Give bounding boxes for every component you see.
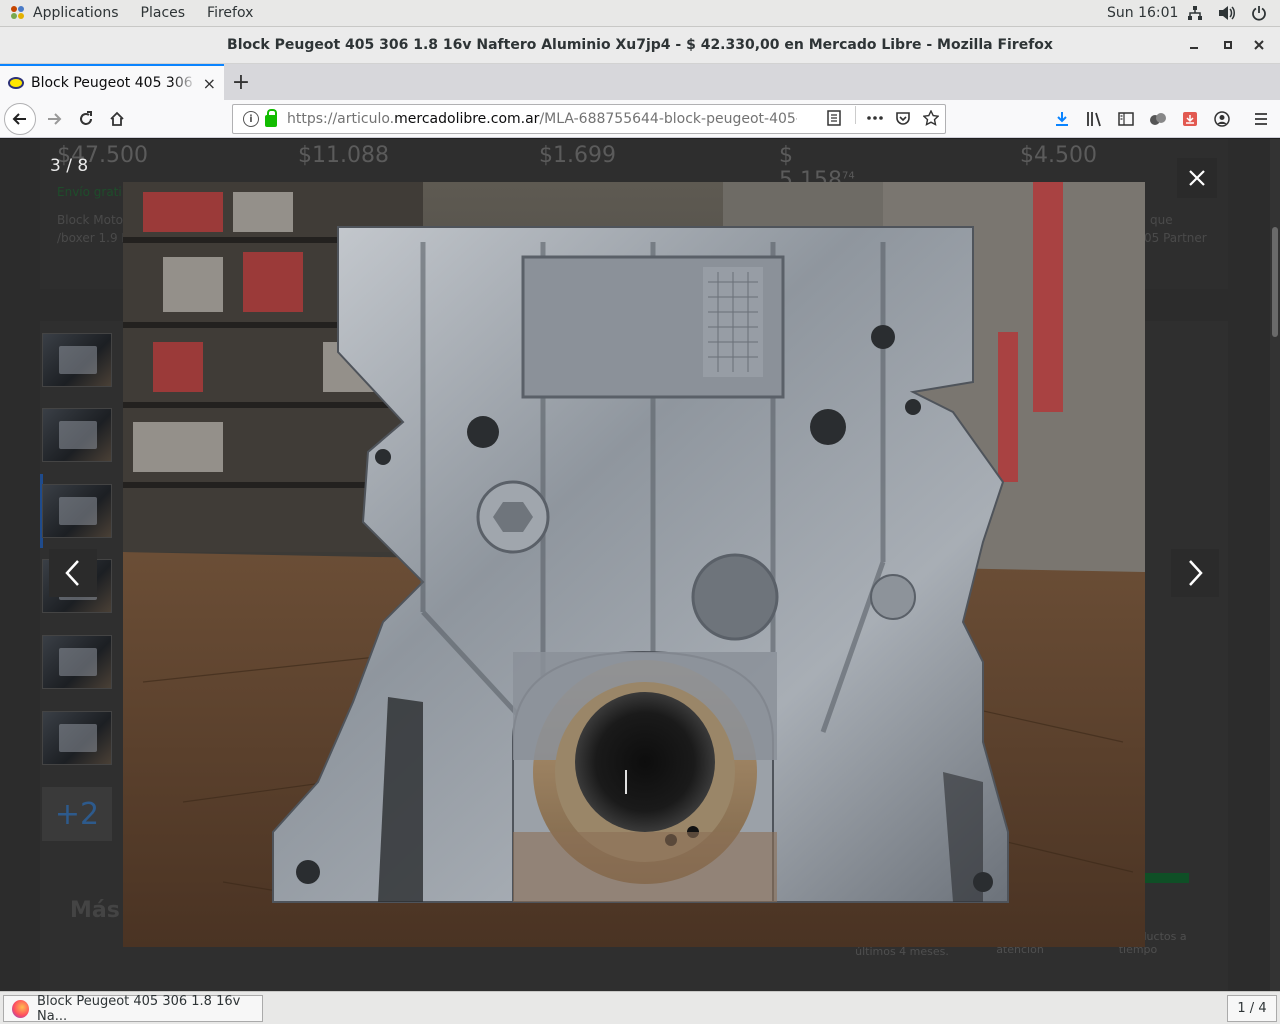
related-item-1-title-line2: /boxer 1.9 D [57,231,131,245]
gallery-thumbnail-5[interactable] [42,635,112,689]
gallery-thumbnail-1[interactable] [42,333,112,387]
firefox-icon [12,999,30,1018]
gallery-thumbnail-6[interactable] [42,711,112,765]
secure-lock-icon[interactable] [265,109,277,127]
url-domain: mercadolibre.com.ar [394,111,540,127]
url-path: /MLA-688755644-block-peugeot-405-306- [539,111,797,127]
minimize-button[interactable] [1184,35,1204,55]
related-price-4-cents: 74 [841,170,855,182]
downloads-icon[interactable] [1052,109,1072,129]
forward-button[interactable] [40,105,68,133]
window-titlebar: Block Peugeot 405 306 1.8 16v Naftero Al… [0,27,1280,64]
extension-icon[interactable] [1148,109,1168,129]
power-icon[interactable] [1250,4,1268,22]
close-icon [1189,170,1205,186]
mercadolibre-favicon-icon [8,77,24,89]
lightbox-photo[interactable] [123,182,1145,947]
reload-icon [80,111,92,125]
url-separator [855,106,856,124]
applications-label: Applications [33,5,119,21]
window-title: Block Peugeot 405 306 1.8 16v Naftero Al… [227,37,1053,53]
firefox-menu[interactable]: Firefox [196,0,264,27]
related-price-2: $11.088 [298,143,389,168]
hamburger-menu-icon[interactable] [1251,109,1271,129]
chevron-right-icon [1189,560,1203,586]
tab-strip: Block Peugeot 405 306 1.8 16v Naftero Al… [0,64,1280,100]
home-button[interactable] [103,105,131,133]
url-text[interactable]: https://articulo.mercadolibre.com.ar/MLA… [287,111,797,127]
page-actions-icon[interactable] [866,110,884,130]
seller-reputation-bar [1145,873,1189,883]
related-price-3: $1.699 [539,143,616,168]
applications-icon [11,6,25,20]
new-tab-button[interactable]: + [224,64,258,100]
reader-view-icon[interactable] [827,110,841,130]
bookmark-star-icon[interactable] [922,109,940,130]
back-button[interactable] [4,103,36,135]
url-prefix: https://articulo. [287,111,395,127]
gallery-thumbnail-2[interactable] [42,408,112,462]
page-scrollbar[interactable] [1270,139,1280,991]
taskbar-firefox-window[interactable]: Block Peugeot 405 306 1.8 16v Na... [3,993,263,1024]
applications-menu[interactable]: Applications [0,0,130,27]
reload-button[interactable] [72,105,100,133]
url-bar[interactable]: i https://articulo.mercadolibre.com.ar/M… [232,104,946,134]
lightbox-counter: 3 / 8 [50,156,89,176]
taskbar-window-title: Block Peugeot 405 306 1.8 16v Na... [37,993,241,1024]
site-info-icon[interactable]: i [243,111,259,127]
tab-mercadolibre[interactable]: Block Peugeot 405 306 1.8 16v Naftero Al… [0,64,224,100]
lightbox-close-button[interactable] [1177,158,1217,198]
tab-title: Block Peugeot 405 306 1.8 16v Naftero Al… [31,75,197,91]
more-thumbnails-button[interactable]: +2 [42,787,112,841]
home-icon [110,111,124,126]
related-price-5: $4.500 [1020,143,1097,168]
engine-block-image [123,182,1145,947]
volume-icon[interactable] [1218,4,1236,22]
places-menu[interactable]: Places [130,0,197,27]
tab-close-button[interactable]: × [203,74,216,93]
forward-arrow-icon [48,113,62,125]
related-item-5-title-line1: que [1150,213,1173,227]
lightbox-prev-button[interactable] [49,549,97,597]
account-icon[interactable] [1212,109,1232,129]
window-list-taskbar: Block Peugeot 405 306 1.8 16v Na... 1 / … [0,991,1280,1024]
gnome-top-bar: Applications Places Firefox Sun 16:01 [0,0,1280,27]
clock[interactable]: Sun 16:01 [1107,0,1178,27]
lightbox-next-button[interactable] [1171,549,1219,597]
network-icon[interactable] [1186,4,1204,22]
system-tray[interactable] [1186,4,1268,22]
maximize-button[interactable] [1218,35,1238,55]
download-extension-icon[interactable] [1180,109,1200,129]
free-shipping-label: Envío grati [57,185,122,199]
window-close-button[interactable] [1249,35,1269,55]
sidebar-icon[interactable] [1116,109,1136,129]
navigation-bar: i https://articulo.mercadolibre.com.ar/M… [0,100,1280,138]
related-item-5-title-line2: 05 Partner [1144,231,1207,245]
scrollbar-thumb[interactable] [1272,227,1278,337]
pocket-icon[interactable] [895,110,911,130]
back-arrow-icon [12,113,26,125]
gallery-thumbnail-3[interactable] [42,484,112,538]
library-icon[interactable] [1085,109,1105,129]
related-item-1-title-line1: Block Moto [57,213,124,227]
chevron-left-icon [65,560,79,586]
workspace-pager[interactable]: 1 / 4 [1227,995,1277,1022]
